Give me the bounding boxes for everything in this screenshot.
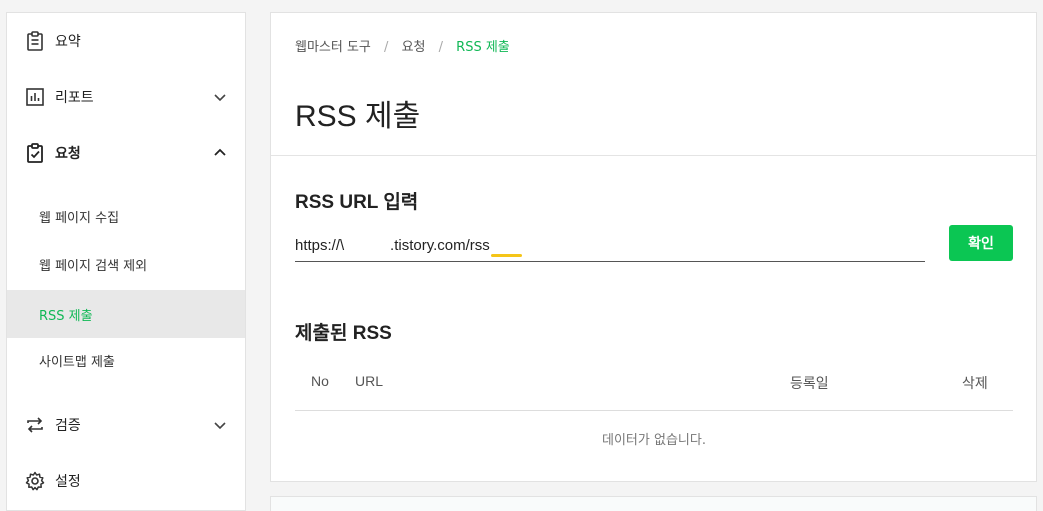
sidebar-subitem-rss-submit[interactable]: RSS 제출 [7, 290, 245, 338]
main-card: 웹마스터 도구 / 요청 / RSS 제출 RSS 제출 RSS URL 입력 … [270, 12, 1037, 482]
sidebar-item-label: 설정 [55, 474, 81, 490]
rss-url-input-heading: RSS URL 입력 [295, 192, 419, 213]
sidebar-item-settings[interactable]: 설정 [7, 453, 245, 509]
page: 요약 리포트 요청 웹 페이지 수집 웹 페이지 검색 제외 RSS 제출 사이… [0, 0, 1043, 511]
sidebar-subitem-web-page-exclude[interactable]: 웹 페이지 검색 제외 [7, 240, 245, 288]
sidebar-subitem-label: 웹 페이지 검색 제외 [39, 258, 148, 274]
repeat-arrows-icon [27, 417, 43, 433]
clipboard-check-icon [27, 143, 43, 163]
column-header-delete: 삭제 [962, 375, 988, 391]
sidebar-item-request[interactable]: 요청 [7, 125, 245, 181]
sidebar-item-label: 요청 [55, 146, 81, 162]
chevron-down-icon [214, 422, 226, 430]
breadcrumb-separator: / [384, 40, 389, 55]
sidebar-item-summary[interactable]: 요약 [7, 13, 245, 69]
breadcrumb-item-current: RSS 제출 [456, 40, 510, 55]
empty-table-message: 데이터가 없습니다. [602, 433, 706, 448]
confirm-button[interactable]: 확인 [949, 225, 1013, 261]
breadcrumb: 웹마스터 도구 / 요청 / RSS 제출 [295, 36, 510, 55]
breadcrumb-item-request[interactable]: 요청 [402, 40, 426, 55]
page-title: RSS 제출 [295, 100, 421, 133]
column-header-no: No [311, 373, 329, 389]
sidebar-item-report[interactable]: 리포트 [7, 69, 245, 125]
sidebar-item-label: 요약 [55, 34, 81, 50]
breadcrumb-item-webmaster-tools[interactable]: 웹마스터 도구 [295, 40, 371, 55]
table-header: No URL 등록일 삭제 [295, 365, 1013, 411]
sidebar-item-verify[interactable]: 검증 [7, 397, 245, 453]
rss-url-input[interactable] [295, 228, 925, 262]
next-card-edge [270, 496, 1037, 511]
url-highlight-mark [491, 254, 522, 257]
breadcrumb-separator: / [438, 40, 444, 55]
clipboard-icon [27, 31, 43, 51]
gear-icon [25, 471, 45, 491]
column-header-date: 등록일 [790, 375, 829, 391]
sidebar-subitem-label: 웹 페이지 수집 [39, 210, 120, 226]
sidebar-subitem-label: RSS 제출 [39, 308, 93, 324]
sidebar-item-label: 리포트 [55, 90, 94, 106]
chevron-up-icon [214, 148, 226, 156]
sidebar-subitem-sitemap-submit[interactable]: 사이트맵 제출 [7, 336, 245, 384]
sidebar: 요약 리포트 요청 웹 페이지 수집 웹 페이지 검색 제외 RSS 제출 사이… [6, 12, 246, 511]
sidebar-subitem-web-page-collect[interactable]: 웹 페이지 수집 [7, 192, 245, 240]
submitted-rss-heading: 제출된 RSS [295, 323, 392, 344]
sidebar-item-label: 검증 [55, 418, 81, 434]
chevron-down-icon [214, 94, 226, 102]
bar-chart-icon [26, 88, 44, 106]
sidebar-subitem-label: 사이트맵 제출 [39, 354, 115, 370]
divider [271, 155, 1036, 156]
column-header-url: URL [355, 373, 384, 389]
